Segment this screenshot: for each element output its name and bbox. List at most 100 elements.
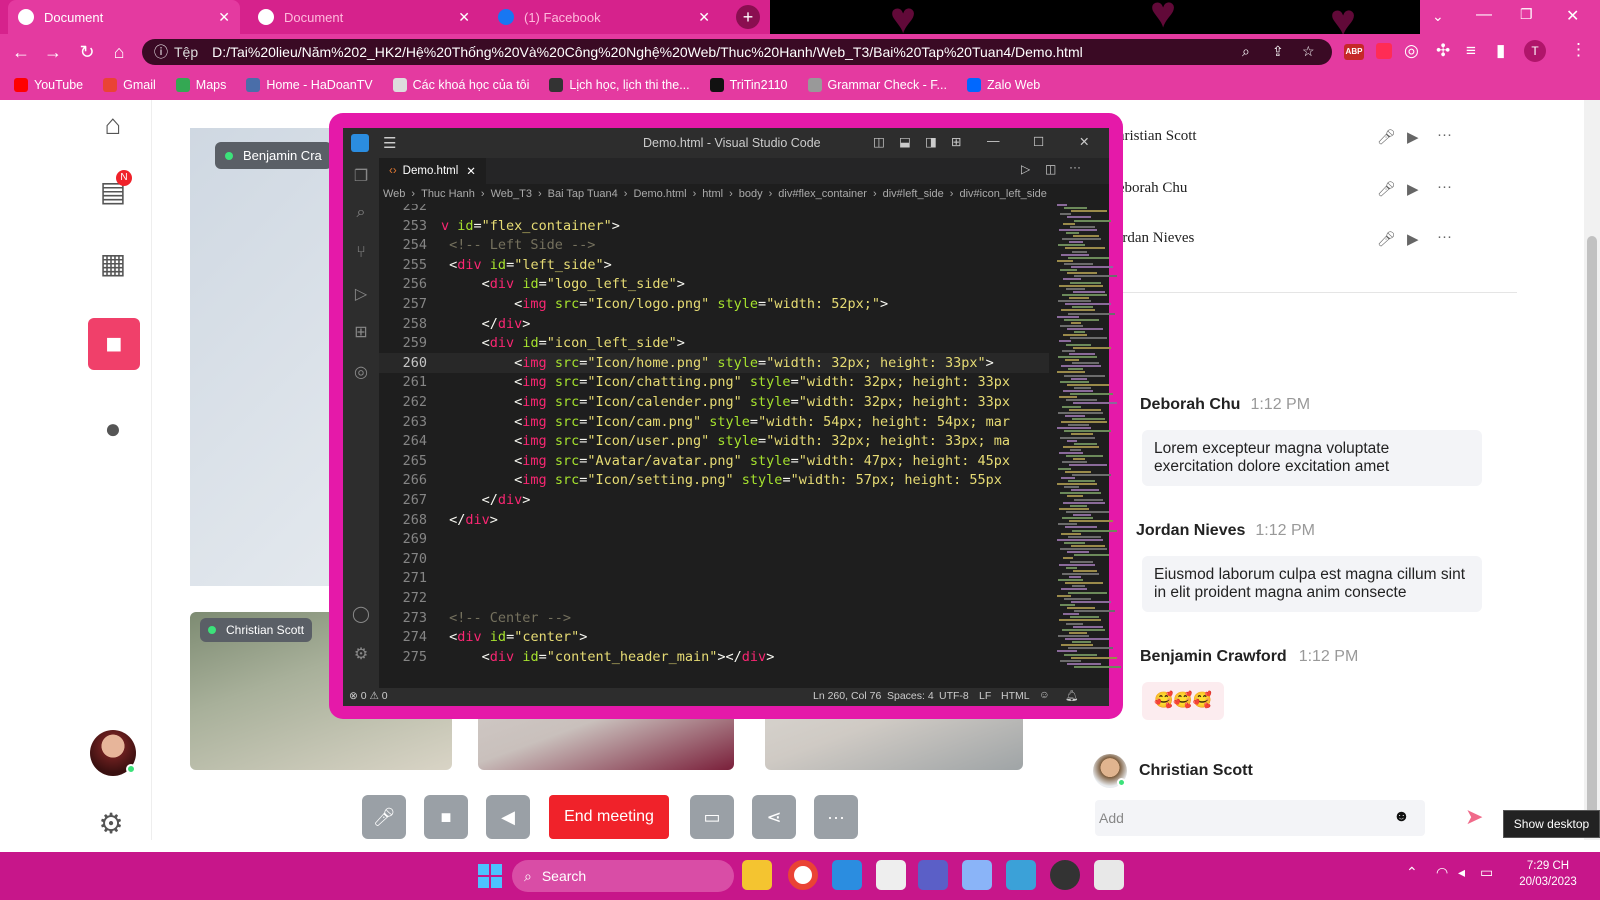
volume-icon[interactable]: ◂ bbox=[1458, 864, 1465, 881]
code-line[interactable]: 252 bbox=[379, 204, 1049, 216]
bookmark-item[interactable]: Grammar Check - F... bbox=[807, 78, 947, 92]
run-debug-icon[interactable]: ▷ bbox=[351, 284, 371, 304]
maximize-icon[interactable]: ☐ bbox=[1033, 134, 1044, 149]
encoding[interactable]: UTF-8 bbox=[939, 690, 969, 702]
code-line[interactable]: 267 </div> bbox=[379, 490, 1049, 510]
breadcrumb-item[interactable]: Web_T3 bbox=[491, 188, 532, 200]
camera-icon[interactable]: ■ bbox=[88, 318, 140, 370]
send-icon[interactable]: ➤ bbox=[1465, 804, 1483, 830]
close-window-icon[interactable]: ✕ bbox=[1079, 134, 1089, 149]
chevron-down-icon[interactable]: ⌄ bbox=[1432, 8, 1444, 25]
teams-icon[interactable] bbox=[918, 860, 948, 890]
code-line[interactable]: 253 v id="flex_container"> bbox=[379, 216, 1049, 236]
more-icon[interactable]: ··· bbox=[1437, 126, 1452, 143]
code-line[interactable]: 268 </div> bbox=[379, 510, 1049, 530]
minimap[interactable] bbox=[1049, 204, 1121, 688]
scrollbar-thumb[interactable] bbox=[1587, 236, 1597, 836]
breadcrumb-item[interactable]: html bbox=[702, 188, 723, 200]
search-icon[interactable]: ⌕ bbox=[351, 204, 371, 224]
breadcrumb-item[interactable]: Demo.html bbox=[633, 188, 686, 200]
microphone-button[interactable]: 🎤︎ bbox=[362, 795, 406, 839]
code-line[interactable]: 272 bbox=[379, 588, 1049, 608]
layout-secondary-icon[interactable]: ◨ bbox=[925, 134, 937, 149]
extension-icon[interactable] bbox=[1376, 43, 1392, 59]
end-meeting-button[interactable]: End meeting bbox=[549, 795, 669, 839]
video-icon[interactable]: ▶ bbox=[1407, 180, 1419, 198]
microphone-muted-icon[interactable]: 🎤︎ bbox=[1377, 180, 1396, 198]
more-options-button[interactable]: ··· bbox=[814, 795, 858, 839]
app-icon[interactable] bbox=[876, 860, 906, 890]
indent-setting[interactable]: Spaces: 4 bbox=[887, 690, 934, 702]
minimize-icon[interactable]: — bbox=[1476, 6, 1492, 24]
close-icon[interactable]: ✕ bbox=[466, 164, 476, 178]
chat-input[interactable]: Add ☻ bbox=[1095, 800, 1425, 836]
split-editor-icon[interactable]: ◫ bbox=[1045, 162, 1056, 176]
code-line[interactable]: 265 <img src="Avatar/avatar.png" style="… bbox=[379, 451, 1049, 471]
breadcrumb-item[interactable]: Web bbox=[383, 188, 405, 200]
code-line[interactable]: 271 bbox=[379, 568, 1049, 588]
omnibox[interactable]: ⓘ Tệp D:/Tai%20lieu/Năm%202_HK2/Hệ%20Thố… bbox=[142, 39, 1332, 65]
windows-start-icon[interactable] bbox=[478, 864, 502, 888]
code-editor[interactable]: 252 253 v id="flex_container"> 254 <!-- Lef… bbox=[379, 204, 1049, 688]
account-icon[interactable]: ◯ bbox=[351, 604, 371, 624]
more-menu-icon[interactable]: ⋮ bbox=[1570, 40, 1587, 60]
share-button[interactable]: ⋖ bbox=[752, 795, 796, 839]
puzzle-icon[interactable]: ✣ bbox=[1436, 41, 1450, 61]
more-actions-icon[interactable]: ··· bbox=[1069, 160, 1081, 174]
problems-indicator[interactable]: ⊗ 0 ⚠ 0 bbox=[349, 690, 388, 702]
sidebar-icon[interactable]: ▮ bbox=[1496, 41, 1505, 61]
bookmark-item[interactable]: Maps bbox=[175, 78, 226, 92]
browser-tab-3[interactable]: (1) Facebook ✕ bbox=[488, 0, 720, 34]
user-icon[interactable]: ● bbox=[88, 404, 138, 454]
explorer-icon[interactable]: ❐ bbox=[351, 166, 371, 186]
share-icon[interactable]: ⇪ bbox=[1272, 43, 1284, 60]
run-icon[interactable]: ▷ bbox=[1021, 162, 1030, 176]
bookmark-item[interactable]: Các khoá học của tôi bbox=[392, 78, 529, 92]
minimize-icon[interactable]: — bbox=[987, 134, 1000, 148]
back-icon[interactable]: ← bbox=[10, 42, 32, 63]
taskbar-search[interactable]: ⌕ Search bbox=[512, 860, 734, 892]
code-line[interactable]: 255 <div id="left_side"> bbox=[379, 255, 1049, 275]
video-icon[interactable]: ▶ bbox=[1407, 230, 1419, 248]
layout-panel-icon[interactable]: ⬓ bbox=[899, 134, 911, 149]
code-line[interactable]: 266 <img src="Icon/setting.png" style="w… bbox=[379, 470, 1049, 490]
customize-layout-icon[interactable]: ⊞ bbox=[951, 134, 961, 149]
restore-icon[interactable]: ❐ bbox=[1520, 6, 1533, 23]
feedback-icon[interactable]: ☺ bbox=[1039, 689, 1050, 701]
app-icon[interactable] bbox=[962, 860, 992, 890]
gear-icon[interactable]: ⚙ bbox=[86, 798, 136, 848]
new-tab-button[interactable]: + bbox=[736, 5, 760, 29]
browser-tab-2[interactable]: Document ✕ bbox=[248, 0, 480, 34]
close-icon[interactable]: ✕ bbox=[458, 9, 470, 26]
reload-icon[interactable]: ↻ bbox=[76, 42, 98, 63]
avatar[interactable] bbox=[90, 730, 136, 776]
code-line[interactable]: 263 <img src="Icon/cam.png" style="width… bbox=[379, 412, 1049, 432]
code-line[interactable]: 256 <div id="logo_left_side"> bbox=[379, 274, 1049, 294]
battery-icon[interactable]: ▭ bbox=[1480, 864, 1493, 881]
app-icon[interactable] bbox=[1050, 860, 1080, 890]
video-icon[interactable]: ▶ bbox=[1407, 128, 1419, 146]
breadcrumb-item[interactable]: Thuc Hanh bbox=[421, 188, 475, 200]
chat-icon[interactable]: ▤ N bbox=[88, 166, 138, 216]
editor-tab-demo[interactable]: ‹› Demo.html ✕ bbox=[379, 158, 486, 184]
code-line[interactable]: 262 <img src="Icon/calender.png" style="… bbox=[379, 392, 1049, 412]
more-icon[interactable]: ··· bbox=[1437, 178, 1452, 195]
source-control-icon[interactable]: ⑂ bbox=[351, 244, 371, 264]
layout-sidebar-icon[interactable]: ◫ bbox=[873, 134, 885, 149]
code-line[interactable]: 273 <!-- Center --> bbox=[379, 608, 1049, 628]
breadcrumb-item[interactable]: div#icon_left_side bbox=[959, 188, 1046, 200]
live-share-icon[interactable]: ◎ bbox=[351, 362, 371, 382]
breadcrumb-item[interactable]: div#left_side bbox=[883, 188, 944, 200]
home-icon[interactable]: ⌂ bbox=[108, 42, 130, 63]
adblock-extension[interactable]: ABP bbox=[1344, 44, 1364, 60]
speaker-button[interactable]: ◀ bbox=[486, 795, 530, 839]
present-screen-button[interactable]: ▭ bbox=[690, 795, 734, 839]
breadcrumb-item[interactable]: Bai Tap Tuan4 bbox=[548, 188, 618, 200]
bookmark-item[interactable]: Lịch học, lịch thi the... bbox=[549, 78, 690, 92]
emoji-icon[interactable]: ☻ bbox=[1393, 808, 1410, 826]
close-window-icon[interactable]: ✕ bbox=[1566, 6, 1579, 26]
gear-icon[interactable]: ⚙ bbox=[351, 644, 371, 664]
zoom-icon[interactable]: ⌕ bbox=[1242, 43, 1250, 60]
code-line[interactable]: 257 <img src="Icon/logo.png" style="widt… bbox=[379, 294, 1049, 314]
reading-list-icon[interactable]: ≡ bbox=[1466, 41, 1476, 61]
